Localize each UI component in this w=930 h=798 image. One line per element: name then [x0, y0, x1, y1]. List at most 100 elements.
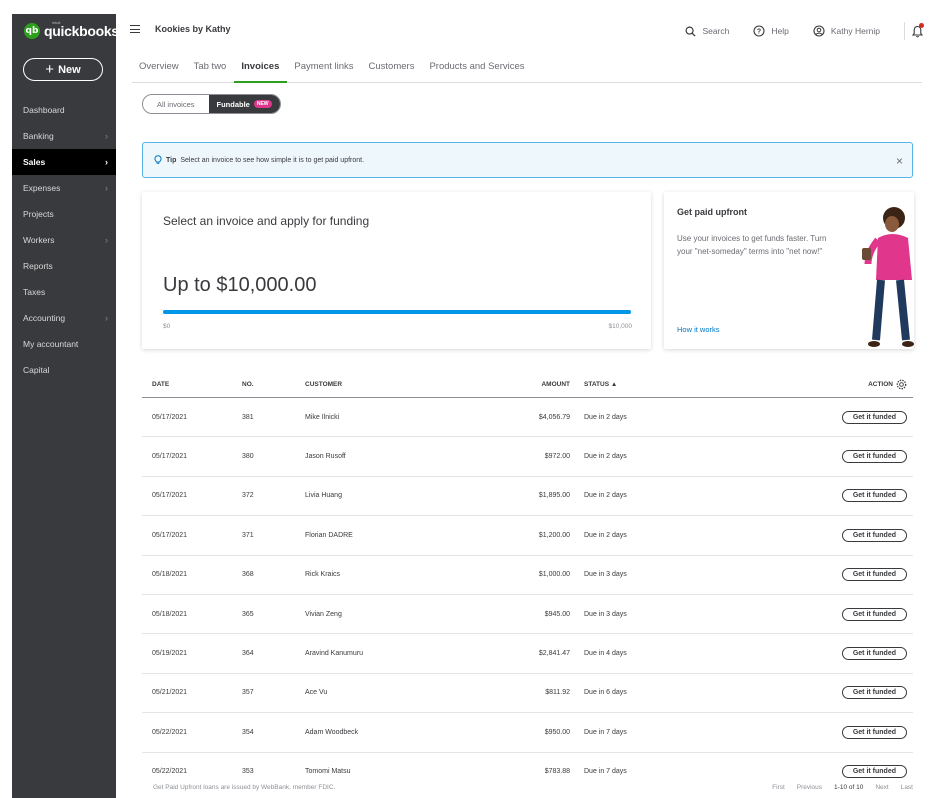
- gear-icon[interactable]: [896, 379, 907, 390]
- cell-status: Due in 2 days: [584, 413, 627, 421]
- cell-no: 380: [242, 453, 254, 461]
- table-row[interactable]: 05/21/2021 357 Ace Vu $811.92 Due in 6 d…: [142, 674, 913, 714]
- cell-customer: Adam Woodbeck: [305, 728, 359, 736]
- cell-date: 05/19/2021: [152, 650, 188, 658]
- sort-asc-icon: ▲: [610, 381, 618, 388]
- column-header-no[interactable]: NO.: [242, 381, 305, 388]
- help-button[interactable]: ? Help: [753, 25, 789, 37]
- get-it-funded-button[interactable]: Get it funded: [841, 607, 907, 621]
- chevron-right-icon: ›: [105, 235, 108, 245]
- cell-no: 365: [242, 610, 254, 618]
- tab-products-services[interactable]: Products and Services: [422, 59, 532, 83]
- sidebar-item-sales[interactable]: Sales ›: [12, 149, 116, 175]
- sidebar-item-capital[interactable]: Capital: [12, 357, 116, 383]
- sidebar-item-label: Banking: [23, 131, 54, 141]
- cell-amount: $811.92: [545, 689, 570, 697]
- table-row[interactable]: 05/17/2021 371 Florian DADRE $1,200.00 D…: [142, 516, 913, 556]
- quickbooks-logo[interactable]: intuit qb quickbooks: [24, 20, 119, 39]
- table-row[interactable]: 05/17/2021 380 Jason Rusoff $972.00 Due …: [142, 437, 913, 477]
- table-row[interactable]: 05/17/2021 372 Livia Huang $1,895.00 Due…: [142, 477, 913, 517]
- company-name: Kookies by Kathy: [155, 24, 231, 34]
- cell-action: Get it funded: [690, 607, 913, 621]
- get-it-funded-button[interactable]: Get it funded: [841, 647, 907, 661]
- page-range: 1-10 of 10: [834, 784, 864, 791]
- next-page-link[interactable]: Next: [875, 784, 888, 791]
- table-row[interactable]: 05/18/2021 365 Vivian Zeng $945.00 Due i…: [142, 595, 913, 635]
- get-it-funded-button[interactable]: Get it funded: [841, 528, 907, 542]
- previous-page-link[interactable]: Previous: [797, 784, 822, 791]
- cell-customer: Rick Kraics: [305, 571, 341, 579]
- get-it-funded-button[interactable]: Get it funded: [841, 410, 907, 424]
- help-icon: ?: [753, 25, 765, 37]
- cell-date: 05/17/2021: [152, 492, 188, 500]
- table-row[interactable]: 05/22/2021 353 Tomomi Matsu $783.88 Due …: [142, 753, 913, 780]
- tab-overview[interactable]: Overview: [132, 59, 187, 83]
- get-it-funded-button[interactable]: Get it funded: [841, 765, 907, 779]
- funding-min-label: $0: [163, 323, 171, 330]
- sidebar-item-reports[interactable]: Reports: [12, 253, 116, 279]
- column-header-date[interactable]: DATE: [142, 381, 242, 388]
- tab-payment-links[interactable]: Payment links: [287, 59, 361, 83]
- cell-status: Due in 6 days: [584, 689, 627, 697]
- first-page-link[interactable]: First: [772, 784, 785, 791]
- sidebar: intuit qb quickbooks + New Dashboard Ban…: [12, 14, 119, 798]
- sidebar-item-label: Reports: [23, 261, 53, 271]
- sidebar-item-accounting[interactable]: Accounting ›: [12, 305, 116, 331]
- column-header-customer[interactable]: CUSTOMER: [305, 381, 462, 388]
- sidebar-item-projects[interactable]: Projects: [12, 201, 116, 227]
- how-it-works-link[interactable]: How it works: [677, 325, 720, 334]
- tab-customers[interactable]: Customers: [362, 59, 423, 83]
- sidebar-item-label: Accounting: [23, 313, 66, 323]
- tab-invoices[interactable]: Invoices: [234, 59, 288, 83]
- cell-amount: $972.00: [544, 453, 570, 461]
- cell-customer: Livia Huang: [305, 492, 342, 500]
- sidebar-item-my-accountant[interactable]: My accountant: [12, 331, 116, 357]
- sidebar-item-label: Workers: [23, 235, 55, 245]
- search-button[interactable]: Search: [685, 26, 729, 37]
- cell-date: 05/21/2021: [152, 689, 188, 697]
- get-it-funded-button[interactable]: Get it funded: [841, 450, 907, 464]
- table-row[interactable]: 05/22/2021 354 Adam Woodbeck $950.00 Due…: [142, 713, 913, 753]
- cell-status: Due in 3 days: [584, 571, 627, 579]
- cell-date: 05/18/2021: [152, 571, 188, 579]
- table-row[interactable]: 05/18/2021 368 Rick Kraics $1,000.00 Due…: [142, 556, 913, 595]
- get-it-funded-button[interactable]: Get it funded: [841, 725, 907, 739]
- hamburger-menu-icon[interactable]: [130, 25, 140, 33]
- table-row[interactable]: 05/17/2021 381 Mike Ilnicki $4,056.79 Du…: [142, 398, 913, 438]
- chevron-right-icon: ›: [105, 157, 108, 167]
- cell-action: Get it funded: [690, 686, 913, 700]
- table-header: DATE NO. CUSTOMER AMOUNT STATUS ▲ ACTION: [142, 372, 913, 398]
- column-header-status[interactable]: STATUS ▲: [570, 381, 690, 388]
- notifications-button[interactable]: [904, 22, 930, 40]
- get-it-funded-button[interactable]: Get it funded: [841, 686, 907, 700]
- tab-two[interactable]: Tab two: [187, 59, 235, 83]
- sidebar-item-taxes[interactable]: Taxes: [12, 279, 116, 305]
- sidebar-item-expenses[interactable]: Expenses ›: [12, 175, 116, 201]
- cell-no: 368: [242, 571, 254, 579]
- cell-customer: Tomomi Matsu: [305, 768, 351, 776]
- all-invoices-option[interactable]: All invoices: [143, 95, 209, 113]
- table-row[interactable]: 05/19/2021 364 Aravind Kanumuru $2,841.4…: [142, 634, 913, 674]
- get-it-funded-button[interactable]: Get it funded: [841, 489, 907, 503]
- column-header-action: ACTION: [690, 379, 913, 390]
- table-footer: Get Paid Upfront loans are issued by Web…: [153, 784, 913, 791]
- funding-title: Select an invoice and apply for funding: [163, 214, 370, 228]
- user-menu[interactable]: Kathy Hernip: [813, 25, 880, 37]
- cell-action: Get it funded: [690, 725, 913, 739]
- sidebar-item-dashboard[interactable]: Dashboard: [12, 97, 116, 123]
- column-header-amount[interactable]: AMOUNT: [462, 381, 570, 388]
- cell-amount: $4,056.79: [538, 413, 570, 421]
- close-icon[interactable]: ×: [896, 154, 903, 168]
- funding-amount: Up to $10,000.00: [163, 274, 317, 296]
- cell-customer: Vivian Zeng: [305, 610, 342, 618]
- last-page-link[interactable]: Last: [901, 784, 913, 791]
- fundable-option[interactable]: Fundable NEW: [208, 95, 280, 113]
- get-it-funded-button[interactable]: Get it funded: [841, 568, 907, 582]
- sidebar-item-banking[interactable]: Banking ›: [12, 123, 116, 149]
- status-header-label: STATUS: [584, 381, 610, 388]
- new-button[interactable]: + New: [23, 58, 103, 81]
- sidebar-item-workers[interactable]: Workers ›: [12, 227, 116, 253]
- cell-no: 353: [242, 768, 254, 776]
- new-button-label: New: [58, 63, 81, 76]
- app-window: intuit qb quickbooks + New Dashboard Ban…: [12, 14, 930, 798]
